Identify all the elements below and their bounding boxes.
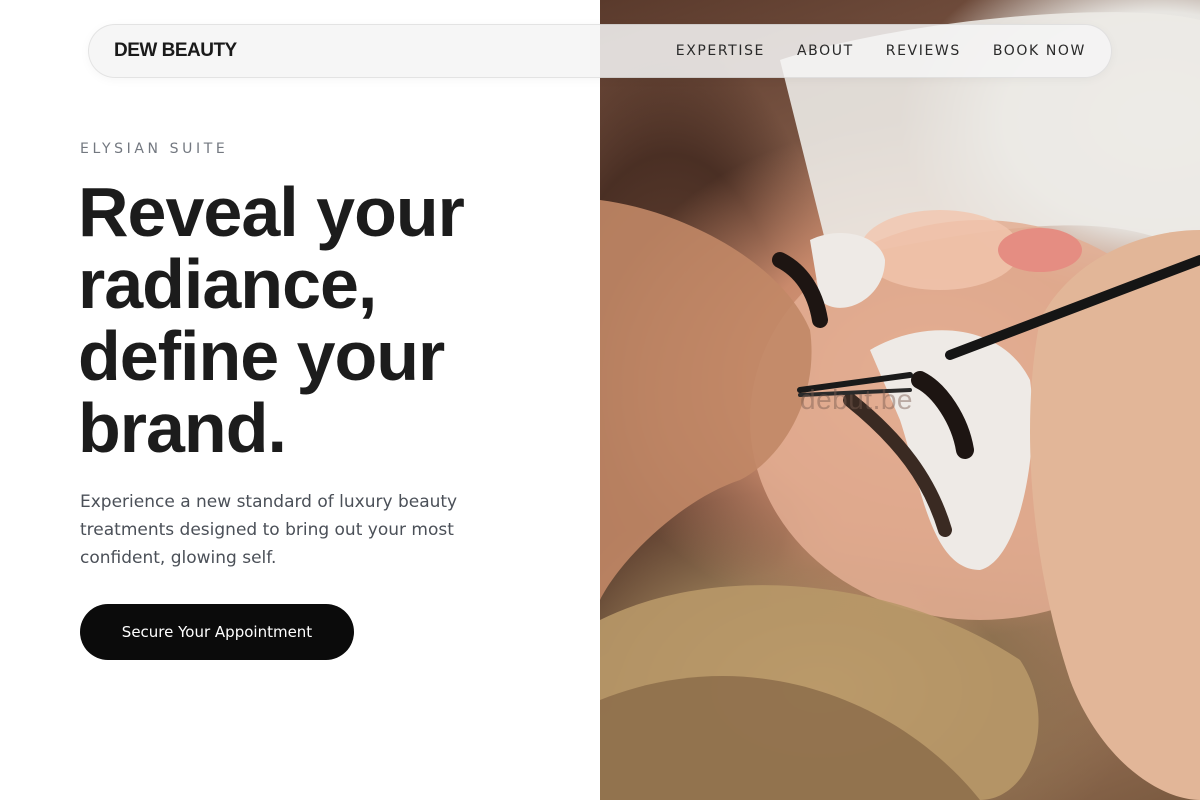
hero-eyebrow: ELYSIAN SUITE: [80, 141, 229, 157]
landing-page: debut.be DEW BEAUTY EXPERTISE ABOUT REVI…: [0, 0, 1200, 800]
secure-appointment-button[interactable]: Secure Your Appointment: [80, 604, 354, 660]
nav-links: EXPERTISE ABOUT REVIEWS BOOK NOW: [676, 43, 1086, 59]
nav-link-expertise[interactable]: EXPERTISE: [676, 43, 765, 59]
nav-link-book-now[interactable]: BOOK NOW: [993, 43, 1086, 59]
headline-line: Reveal your: [78, 173, 465, 251]
headline-line: radiance,: [78, 245, 377, 323]
photo-watermark: debut.be: [800, 384, 913, 415]
nav-link-about[interactable]: ABOUT: [797, 43, 854, 59]
hero-photo: debut.be: [600, 0, 1200, 800]
headline-line: define your: [78, 317, 445, 395]
hero-description: Experience a new standard of luxury beau…: [80, 492, 458, 568]
headline-line: brand.: [78, 389, 287, 467]
nav-link-reviews[interactable]: REVIEWS: [886, 43, 961, 59]
top-nav: DEW BEAUTY EXPERTISE ABOUT REVIEWS BOOK …: [88, 24, 1112, 78]
hero-headline: Reveal your radiance, define your brand.: [78, 176, 578, 464]
brand-logo[interactable]: DEW BEAUTY: [114, 40, 237, 62]
